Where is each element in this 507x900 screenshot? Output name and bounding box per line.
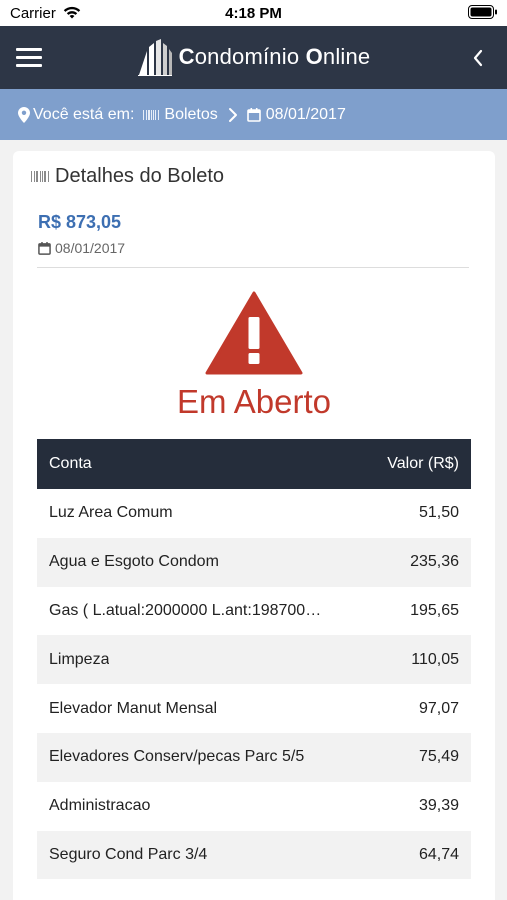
- row-valor: 75,49: [418, 748, 459, 766]
- row-conta: Limpeza: [49, 650, 110, 668]
- table-row: Elevador Manut Mensal 97,07: [37, 684, 471, 733]
- back-button[interactable]: [471, 48, 485, 68]
- breadcrumb-boletos[interactable]: Boletos: [143, 105, 218, 124]
- barcode-icon: [31, 171, 49, 182]
- card-title: Detalhes do Boleto: [31, 165, 224, 188]
- app-brand: Condomínio Online: [0, 36, 507, 78]
- breadcrumb-location: Você está em:: [18, 106, 134, 124]
- breadcrumb-section: Boletos: [164, 105, 218, 123]
- table-row: Elevadores Conserv/pecas Parc 5/5 75,49: [37, 732, 471, 782]
- row-valor: 97,07: [418, 699, 459, 717]
- warning-icon: [205, 291, 303, 375]
- charges-table: Conta Valor (R$) Luz Area Comum 51,50 Ag…: [37, 439, 471, 880]
- card-title-text: Detalhes do Boleto: [55, 165, 225, 187]
- table-row: Gas ( L.atual:2000000 L.ant:198700… 195,…: [37, 586, 471, 636]
- row-conta: Elevador Manut Mensal: [49, 699, 218, 717]
- app-title: Condomínio Online: [178, 44, 371, 69]
- table-row: Administracao 39,39: [37, 781, 471, 831]
- breadcrumb-date-text: 08/01/2017: [265, 105, 346, 123]
- boleto-date-text: 08/01/2017: [55, 240, 126, 256]
- row-valor: 64,74: [418, 845, 459, 863]
- calendar-icon: [38, 241, 51, 255]
- row-valor: 39,39: [418, 797, 459, 815]
- row-valor: 110,05: [411, 650, 459, 668]
- status-bar: Carrier 4:18 PM: [0, 0, 507, 26]
- building-logo-icon: [137, 39, 172, 76]
- boleto-amount: R$ 873,05: [38, 212, 122, 232]
- table-header: Conta Valor (R$): [37, 439, 471, 489]
- header-conta: Conta: [49, 455, 92, 472]
- breadcrumb: Você está em: Boletos 08/01/2017: [0, 89, 507, 140]
- row-conta: Elevadores Conserv/pecas Parc 5/5: [49, 748, 305, 766]
- top-navbar: Condomínio Online: [0, 26, 507, 89]
- boleto-date: 08/01/2017: [38, 240, 125, 256]
- battery-icon: [468, 5, 498, 25]
- table-row: Limpeza 110,05: [37, 635, 471, 685]
- calendar-icon: [246, 107, 261, 122]
- boleto-status: Em Aberto: [176, 383, 332, 420]
- row-conta: Seguro Cond Parc 3/4: [49, 845, 208, 863]
- chevron-left-icon: [473, 49, 483, 67]
- breadcrumb-prefix: Você está em:: [33, 105, 135, 123]
- table-row: Agua e Esgoto Condom 235,36: [37, 537, 471, 587]
- header-valor: Valor (R$): [387, 455, 459, 472]
- status-time: 4:18 PM: [225, 5, 282, 22]
- row-conta: Administracao: [49, 797, 151, 815]
- row-valor: 195,65: [410, 601, 459, 619]
- row-conta: Gas ( L.atual:2000000 L.ant:198700…: [49, 601, 322, 619]
- table-row: Seguro Cond Parc 3/4 64,74: [37, 830, 471, 880]
- row-conta: Luz Area Comum: [49, 504, 173, 522]
- barcode-icon: [143, 109, 160, 120]
- table-body: Luz Area Comum 51,50 Agua e Esgoto Condo…: [37, 489, 471, 880]
- divider: [37, 267, 469, 268]
- row-conta: Agua e Esgoto Condom: [49, 553, 219, 571]
- row-valor: 51,50: [418, 504, 459, 522]
- chevron-right-icon: [228, 107, 237, 122]
- map-marker-icon: [18, 106, 30, 123]
- table-row: Luz Area Comum 51,50: [37, 489, 471, 538]
- breadcrumb-date: 08/01/2017: [246, 105, 346, 124]
- row-valor: 235,36: [410, 553, 459, 571]
- boleto-card: Detalhes do Boleto R$ 873,05 08/01/2017 …: [13, 151, 495, 900]
